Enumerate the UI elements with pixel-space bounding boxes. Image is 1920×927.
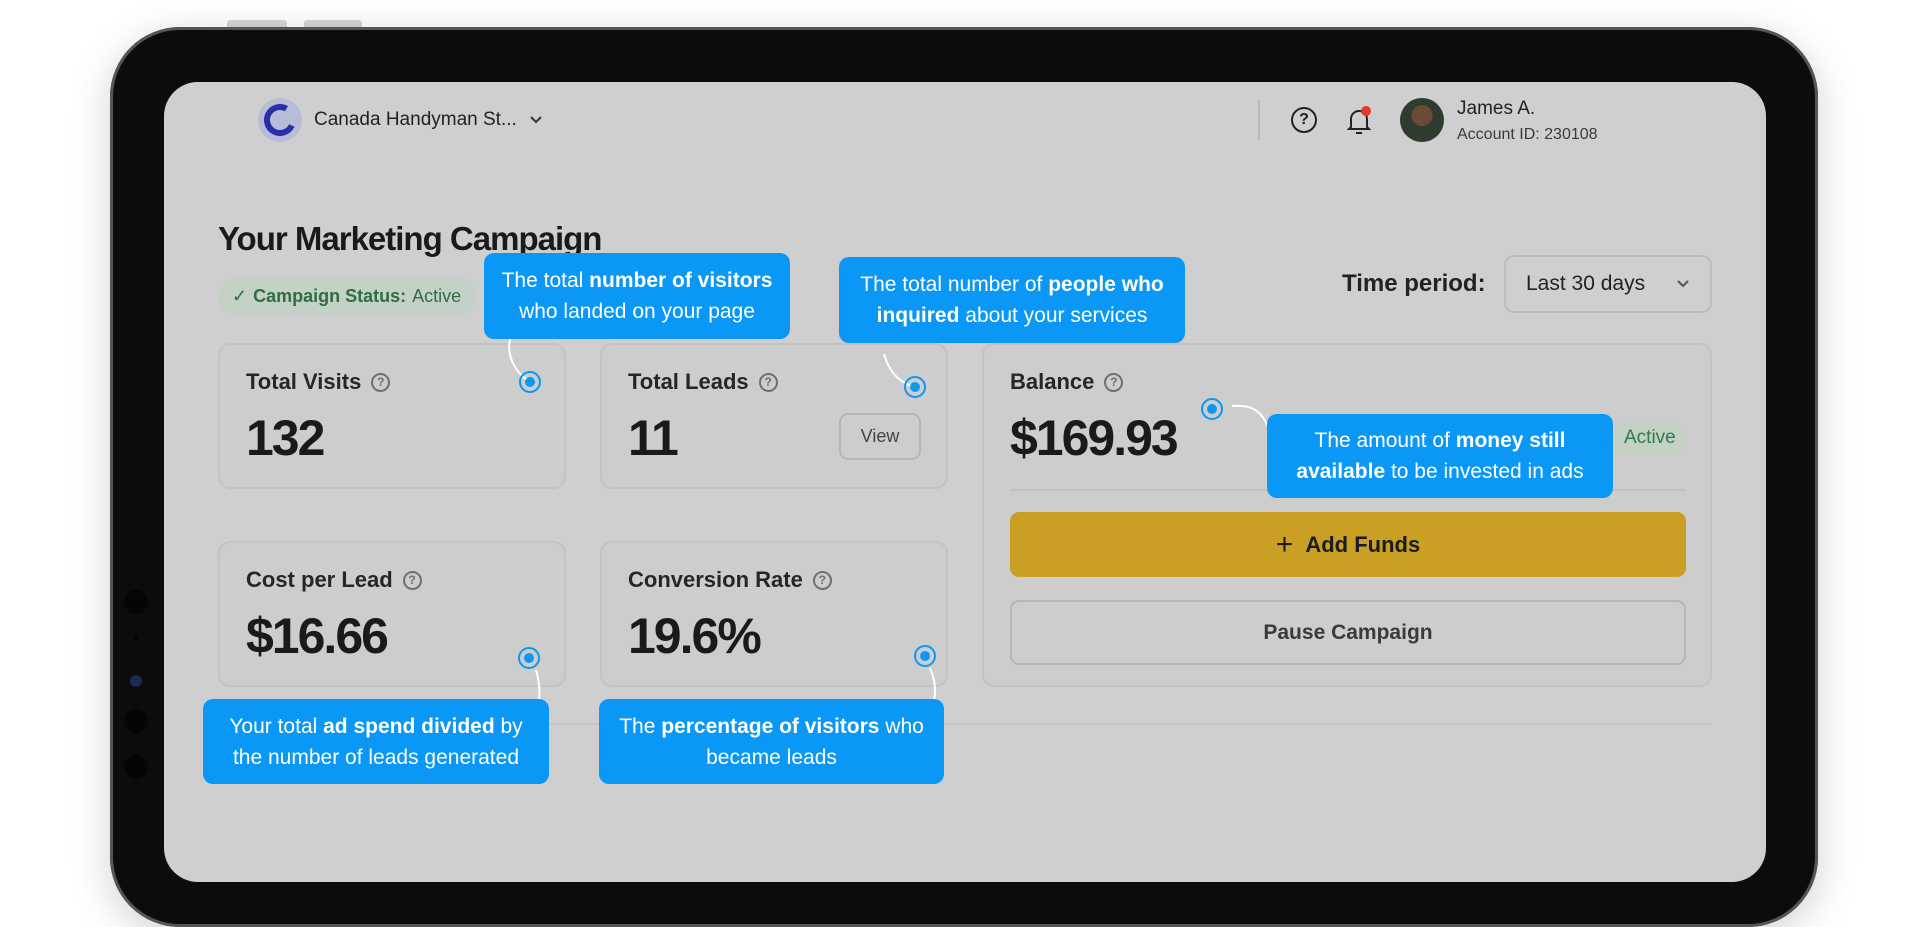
annotation-marker-cpl bbox=[518, 647, 540, 669]
tooltip-total-visits: The total number of visitors who landed o… bbox=[484, 253, 790, 339]
tooltip-text: about your services bbox=[959, 304, 1148, 327]
tooltip-text: The total number of bbox=[860, 273, 1049, 296]
tooltip-text: The bbox=[619, 714, 662, 738]
app-screen: Canada Handyman St... ? James A. Account… bbox=[164, 82, 1766, 882]
tooltip-emphasis: number of visitors bbox=[589, 269, 773, 292]
tooltip-cost-per-lead: Your total ad spend divided by the numbe… bbox=[203, 699, 549, 784]
device-sensor bbox=[133, 634, 139, 640]
tooltip-text: Your total bbox=[229, 714, 324, 738]
tooltip-text: to be invested in ads bbox=[1385, 460, 1584, 483]
annotation-marker-conversion bbox=[914, 645, 936, 667]
annotation-marker-leads bbox=[904, 376, 926, 398]
annotation-marker-balance bbox=[1201, 398, 1223, 420]
connector-balance bbox=[1231, 404, 1273, 438]
tooltip-emphasis: percentage of visitors bbox=[661, 714, 880, 738]
device-sensor bbox=[124, 755, 148, 779]
device-sensor bbox=[124, 709, 148, 733]
device-sensor bbox=[124, 590, 148, 614]
annotation-marker-visits bbox=[519, 371, 541, 393]
tooltip-emphasis: ad spend divided bbox=[323, 714, 495, 738]
tooltip-text: The amount of bbox=[1314, 429, 1456, 452]
device-camera bbox=[130, 675, 142, 687]
tooltip-balance: The amount of money still available to b… bbox=[1267, 414, 1613, 498]
tooltip-text: The total bbox=[501, 269, 590, 292]
tooltip-total-leads: The total number of people who inquired … bbox=[839, 257, 1185, 343]
tooltip-text: who landed on your page bbox=[519, 300, 755, 323]
tooltip-conversion-rate: The percentage of visitors who became le… bbox=[599, 699, 944, 784]
